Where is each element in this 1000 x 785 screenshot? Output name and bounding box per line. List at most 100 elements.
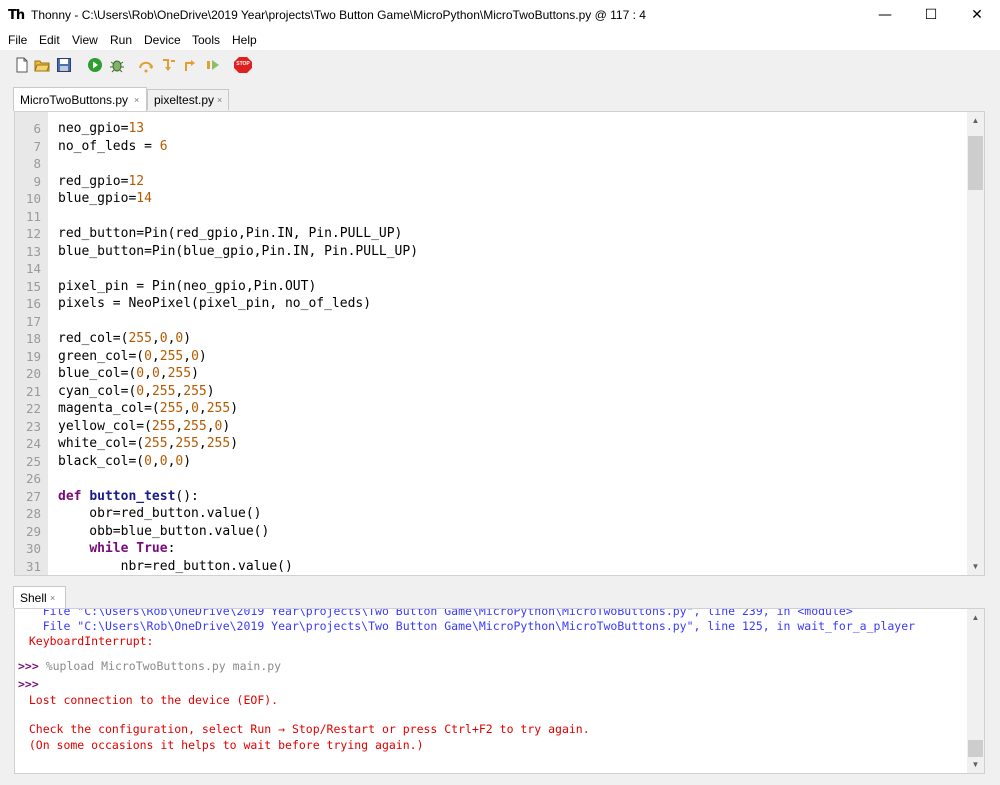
menu-bar: File Edit View Run Device Tools Help (0, 31, 1000, 50)
toolbar: STOP (0, 50, 1000, 80)
scrollbar-thumb[interactable] (968, 136, 983, 190)
code-line: 7 no_of_leds = 6 (15, 138, 965, 156)
menu-device[interactable]: Device (144, 33, 181, 47)
line-number: 15 (25, 278, 41, 294)
menu-tools[interactable]: Tools (192, 33, 220, 47)
code-line: 27 def button_test(): (15, 488, 965, 506)
code-line: 10 blue_gpio=14 (15, 190, 965, 208)
shell-tab-label: Shell (20, 591, 47, 605)
line-number: 29 (25, 523, 41, 539)
menu-file[interactable]: File (8, 33, 27, 47)
step-over-icon[interactable] (138, 57, 154, 73)
save-icon[interactable] (56, 57, 72, 73)
line-number: 17 (25, 313, 41, 329)
stop-icon[interactable]: STOP (234, 57, 252, 73)
code-line: 15 pixel_pin = Pin(neo_gpio,Pin.OUT) (15, 278, 965, 296)
menu-run[interactable]: Run (110, 33, 132, 47)
step-into-icon[interactable] (160, 57, 176, 73)
line-number: 22 (25, 401, 41, 416)
menu-view[interactable]: View (72, 33, 98, 47)
scroll-up-arrow-icon[interactable]: ▲ (967, 609, 984, 626)
tab-close-icon[interactable]: × (50, 587, 55, 609)
run-icon[interactable] (87, 57, 103, 73)
lost-connection-text: Lost connection to the device (EOF). (15, 693, 279, 707)
thonny-logo-icon: Th (8, 8, 25, 23)
step-out-icon[interactable] (183, 57, 199, 73)
code-line: 19 green_col=(0,255,0) (15, 348, 965, 366)
close-button[interactable]: ✕ (954, 0, 1000, 31)
shell-tab-bar: Shell × (0, 583, 1000, 608)
scrollbar-thumb[interactable] (968, 740, 983, 757)
shell-prompt: >>> (18, 677, 39, 691)
tab-shell[interactable]: Shell × (13, 586, 66, 608)
shell-console[interactable]: File "C:\Users\Rob\OneDrive\2019 Year\pr… (14, 608, 985, 774)
tab-microtwobuttons[interactable]: MicroTwoButtons.py × (13, 87, 147, 111)
maximize-button[interactable]: ☐ (908, 0, 954, 31)
line-number: 7 (33, 138, 41, 154)
shell-command: %upload MicroTwoButtons.py main.py (38, 659, 282, 673)
shell-scrollbar[interactable]: ▲ ▼ (967, 609, 984, 773)
line-number: 12 (25, 226, 41, 241)
code-line: 28 obr=red_button.value() (15, 505, 965, 523)
code-line: 23 yellow_col=(255,255,0) (15, 418, 965, 436)
line-number: 6 (33, 121, 41, 136)
code-line: 22 magenta_col=(255,0,255) (15, 400, 965, 418)
keyboard-interrupt-text: KeyboardInterrupt: (15, 634, 154, 648)
line-number: 11 (25, 208, 41, 224)
traceback-line[interactable]: File "C:\Users\Rob\OneDrive\2019 Year\pr… (15, 609, 965, 619)
code-line: 26 (15, 470, 965, 488)
editor-scrollbar[interactable]: ▲ ▼ (967, 112, 984, 575)
line-number: 14 (25, 261, 41, 276)
scroll-down-arrow-icon[interactable]: ▼ (967, 558, 984, 575)
code-line: 8 (15, 155, 965, 173)
line-number: 28 (25, 506, 41, 521)
line-number: 9 (33, 173, 41, 189)
minimize-button[interactable]: — (862, 0, 908, 31)
tab-pixeltest[interactable]: pixeltest.py × (147, 89, 229, 110)
traceback-line[interactable]: File "C:\Users\Rob\OneDrive\2019 Year\pr… (15, 619, 965, 634)
menu-edit[interactable]: Edit (39, 33, 60, 47)
new-file-icon[interactable] (14, 57, 30, 73)
menu-help[interactable]: Help (232, 33, 257, 47)
resume-icon[interactable] (205, 57, 221, 73)
tab-label: MicroTwoButtons.py (20, 93, 129, 107)
debug-icon[interactable] (109, 57, 125, 73)
code-line: 25 black_col=(0,0,0) (15, 453, 965, 471)
code-line: 12 red_button=Pin(red_gpio,Pin.IN, Pin.PU… (15, 225, 965, 243)
line-number: 13 (25, 243, 41, 259)
open-folder-icon[interactable] (34, 57, 50, 73)
code-line: 18 red_col=(255,0,0) (15, 330, 965, 348)
tab-close-icon[interactable]: × (134, 88, 139, 113)
tab-close-icon[interactable]: × (217, 90, 222, 111)
check-configuration-text: Check the configuration, select Run → St… (15, 722, 590, 736)
code-line: 6 neo_gpio=13 (15, 120, 965, 138)
line-number: 30 (25, 541, 41, 556)
code-line: 9 red_gpio=12 (15, 173, 965, 191)
code-line: 17 (15, 313, 965, 331)
title-bar: Th Thonny - C:\Users\Rob\OneDrive\2019 Y… (0, 0, 1000, 31)
code-line: 30 while True: (15, 540, 965, 558)
scroll-down-arrow-icon[interactable]: ▼ (967, 756, 984, 773)
line-number: 24 (25, 436, 41, 451)
stop-label: STOP (236, 61, 250, 67)
line-number: 18 (25, 331, 41, 346)
code-line: 29 obb=blue_button.value() (15, 523, 965, 541)
code-editor[interactable]: 6 neo_gpio=13 7 no_of_leds = 6 8 9 red_gpio… (14, 111, 985, 576)
line-number: 27 (25, 488, 41, 504)
code-lines: 6 neo_gpio=13 7 no_of_leds = 6 8 9 red_gpio… (15, 120, 965, 575)
code-line: 24 white_col=(255,255,255) (15, 435, 965, 453)
line-number: 23 (25, 418, 41, 434)
line-number: 25 (25, 453, 41, 469)
code-line: 21 cyan_col=(0,255,255) (15, 383, 965, 401)
window-title: Thonny - C:\Users\Rob\OneDrive\2019 Year… (31, 8, 646, 22)
app-name: Thonny (31, 8, 72, 22)
file-path: C:\Users\Rob\OneDrive\2019 Year\projects… (81, 8, 646, 22)
shell-prompt: >>> (18, 659, 39, 673)
shell-command-line: >>> %upload MicroTwoButtons.py main.py (18, 659, 968, 674)
editor-tab-bar: MicroTwoButtons.py × pixeltest.py × (0, 80, 1000, 111)
wait-hint-text: (On some occasions it helps to wait befo… (15, 738, 424, 752)
line-number: 21 (25, 383, 41, 399)
scroll-up-arrow-icon[interactable]: ▲ (967, 112, 984, 129)
tab-label: pixeltest.py (154, 93, 215, 107)
line-number: 26 (25, 471, 41, 486)
